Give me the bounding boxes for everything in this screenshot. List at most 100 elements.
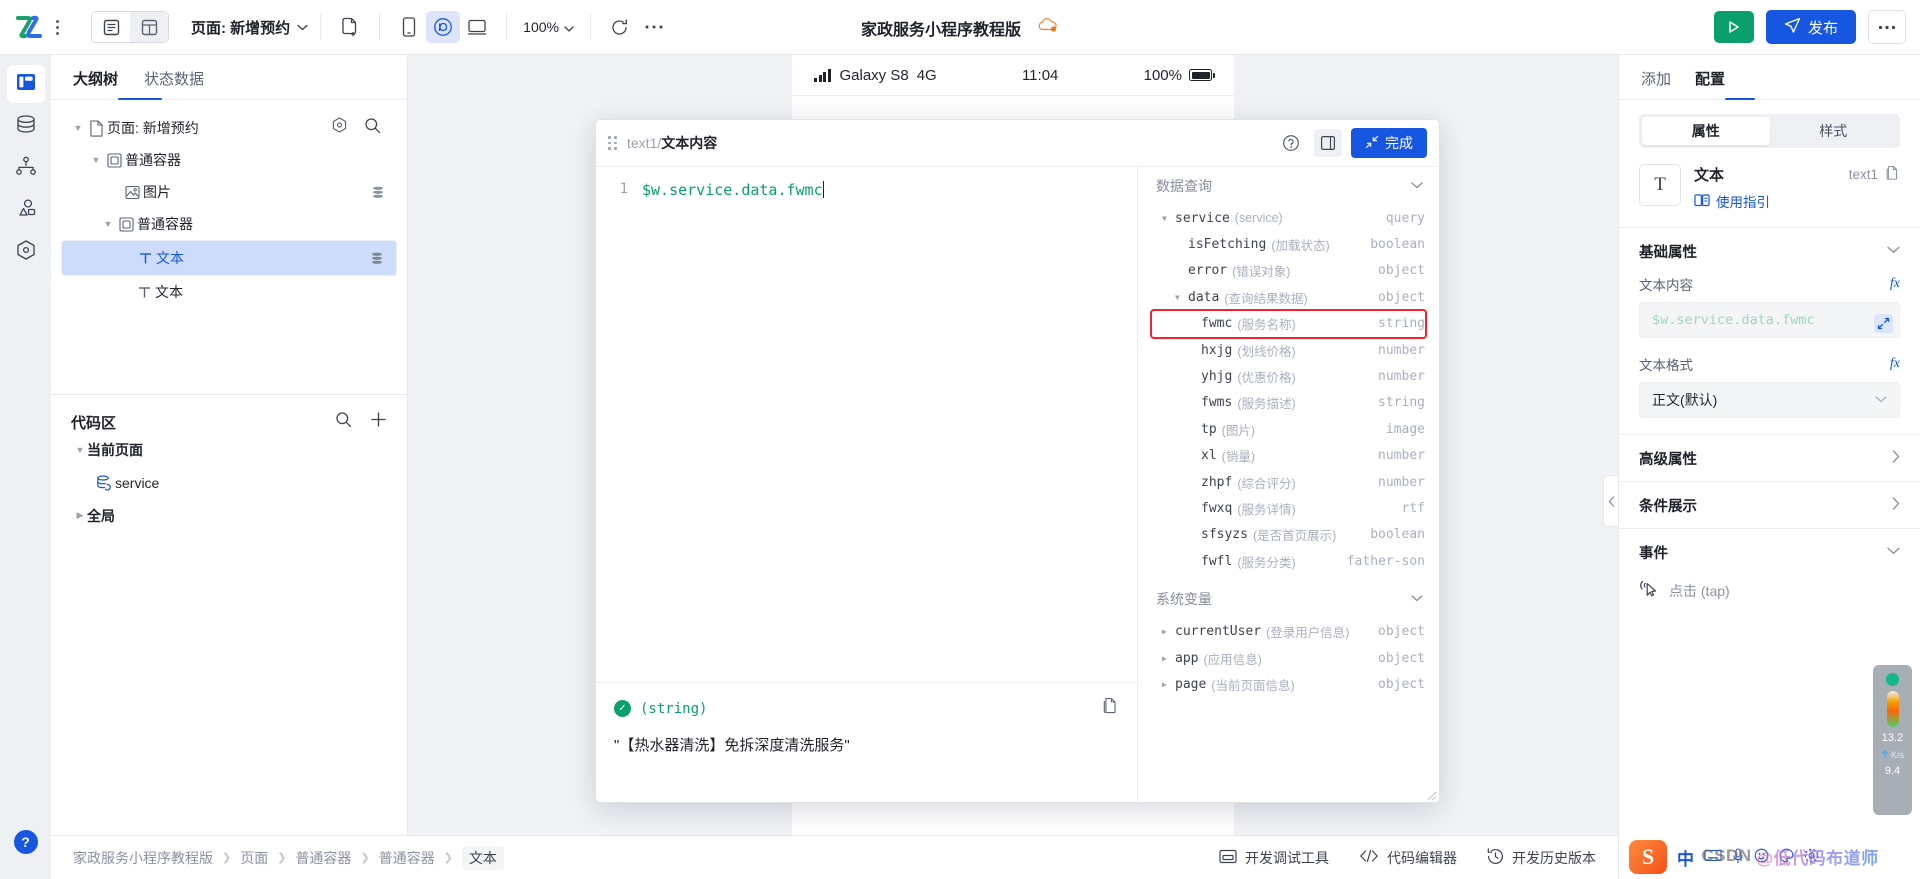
expand-editor-icon[interactable] — [1874, 314, 1893, 333]
desktop-device-icon[interactable] — [460, 11, 494, 43]
grid-view-icon[interactable] — [130, 12, 168, 42]
usage-guide-link[interactable]: 使用指引 — [1694, 191, 1900, 211]
var-row[interactable]: ▼ service (service) query — [1152, 205, 1425, 231]
history-button[interactable]: 开发历史版本 — [1487, 847, 1596, 868]
chevron-down-icon[interactable] — [1411, 181, 1423, 192]
tree-node-container-2[interactable]: ▼ 普通容器 — [61, 208, 397, 240]
settings-icon[interactable] — [1804, 848, 1819, 866]
done-button[interactable]: 完成 — [1351, 128, 1427, 158]
var-row[interactable]: zhpf (综合评分) number — [1152, 469, 1425, 495]
chevron-down-icon[interactable]: ▼ — [101, 219, 115, 229]
var-row[interactable]: error (错误对象) object — [1152, 258, 1425, 284]
section-basic-header[interactable]: 基础属性 — [1619, 228, 1920, 274]
kebab-menu-icon[interactable] — [50, 19, 65, 35]
chevron-down-icon[interactable]: ▼ — [1175, 293, 1188, 302]
text-content-input[interactable]: $w.service.data.fwmc — [1639, 302, 1900, 338]
tab-config[interactable]: 配置 — [1695, 68, 1725, 99]
breadcrumb-item[interactable]: 普通容器 — [379, 848, 435, 868]
tree-node-page[interactable]: ▼ 页面: 新增预约 — [61, 112, 397, 144]
add-icon[interactable] — [370, 411, 387, 433]
page-selector[interactable]: 页面: 新增预约 — [191, 17, 308, 38]
var-row[interactable]: isFetching (加载状态) boolean — [1152, 231, 1425, 257]
breadcrumb-item[interactable]: 家政服务小程序教程版 — [73, 848, 213, 868]
canvas-collapse-handle[interactable] — [1603, 475, 1618, 527]
palette-icon[interactable] — [1779, 848, 1794, 866]
section-advanced-header[interactable]: 高级属性 — [1619, 435, 1920, 481]
chevron-right-icon[interactable] — [1892, 497, 1900, 513]
publish-button[interactable]: 发布 — [1765, 10, 1856, 44]
new-page-icon[interactable] — [333, 11, 367, 43]
chevron-down-icon[interactable]: ▼ — [71, 123, 85, 133]
rail-item-sitemap[interactable] — [7, 149, 45, 187]
zoom-selector[interactable]: 100% — [519, 19, 578, 35]
view-mode-segment[interactable] — [91, 11, 169, 43]
var-row[interactable]: sfsyzs (是否首页展示) boolean — [1152, 522, 1425, 548]
rail-item-plugin[interactable] — [7, 233, 45, 271]
tab-add[interactable]: 添加 — [1641, 68, 1671, 99]
chevron-right-icon[interactable]: ▶ — [1162, 654, 1175, 663]
fx-button[interactable]: fx — [1890, 356, 1900, 372]
chevron-down-icon[interactable] — [1887, 245, 1900, 257]
rail-item-outline[interactable] — [6, 65, 45, 103]
run-preview-button[interactable] — [1713, 11, 1754, 43]
rail-item-components[interactable] — [7, 191, 45, 229]
breadcrumb-item[interactable]: 普通容器 — [295, 848, 351, 868]
var-row[interactable]: fwfl (服务分类) father-son — [1152, 548, 1425, 574]
breadcrumb-item-current[interactable]: 文本 — [461, 845, 504, 870]
chevron-right-icon[interactable]: ▶ — [1162, 680, 1175, 689]
var-row[interactable]: ▶ currentUser (登录用户信息) object — [1152, 618, 1425, 644]
var-row[interactable]: fwxq (服务详情) rtf — [1152, 495, 1425, 521]
tree-node-text-selected[interactable]: 文本 — [61, 240, 397, 276]
section-system-vars[interactable]: 系统变量 — [1138, 580, 1439, 618]
section-events-header[interactable]: 事件 — [1619, 529, 1920, 575]
dialog-header[interactable]: text1/文本内容 完成 — [596, 120, 1439, 167]
segment-properties[interactable]: 属性 — [1642, 117, 1770, 145]
emoji-icon[interactable] — [1754, 848, 1769, 866]
app-logo[interactable] — [14, 14, 75, 40]
code-editor[interactable]: 1 $w.service.data.fwmc — [596, 167, 1137, 682]
rail-item-datasource[interactable] — [7, 107, 45, 145]
mic-icon[interactable] — [1732, 847, 1744, 867]
var-row[interactable]: ▶ page (当前页面信息) object — [1152, 671, 1425, 697]
section-conditional-header[interactable]: 条件展示 — [1619, 482, 1920, 528]
keyboard-icon[interactable] — [1704, 849, 1722, 865]
var-row[interactable]: ▶ app (应用信息) object — [1152, 645, 1425, 671]
var-row[interactable]: yhjg (优惠价格) number — [1152, 363, 1425, 389]
help-button[interactable]: ? — [13, 830, 38, 854]
chevron-down-icon[interactable]: ▼ — [1162, 214, 1175, 223]
chevron-right-icon[interactable]: ▶ — [73, 510, 87, 521]
tree-node-image[interactable]: 图片 — [61, 176, 397, 208]
refresh-icon[interactable] — [603, 11, 637, 43]
help-icon[interactable] — [1277, 129, 1305, 157]
event-row-tap[interactable]: 点击 (tap) — [1619, 575, 1920, 616]
outline-view-icon[interactable] — [92, 12, 130, 42]
network-monitor-widget[interactable]: 13.2 K/s 9.4 — [1873, 665, 1912, 815]
sogou-ime-icon[interactable]: S — [1629, 840, 1667, 874]
breadcrumb-item[interactable]: 页面 — [240, 848, 268, 868]
ellipsis-icon[interactable] — [637, 11, 671, 43]
more-options-button[interactable] — [1868, 10, 1906, 44]
var-row-highlighted[interactable]: fwmc (服务名称) string — [1150, 308, 1427, 339]
data-binding-badge-icon[interactable] — [370, 252, 384, 265]
code-editor-button[interactable]: 代码编辑器 — [1359, 848, 1457, 868]
search-icon[interactable] — [335, 411, 352, 433]
fx-button[interactable]: fx — [1890, 276, 1900, 292]
var-row[interactable]: xl (销量) number — [1152, 443, 1425, 469]
copy-icon[interactable] — [1885, 165, 1900, 184]
var-row[interactable]: fwms (服务描述) string — [1152, 390, 1425, 416]
phone-device-icon[interactable] — [392, 11, 426, 43]
dialog-resize-handle[interactable] — [1425, 788, 1437, 801]
chevron-down-icon[interactable]: ▼ — [73, 445, 87, 455]
copy-icon[interactable] — [1102, 697, 1119, 720]
tab-state-data[interactable]: 状态数据 — [144, 68, 204, 99]
ime-mode-label[interactable]: 中 — [1677, 845, 1694, 870]
code-row-global[interactable]: ▶ 全局 — [71, 499, 387, 532]
var-row[interactable]: tp (图片) image — [1152, 416, 1425, 442]
drag-handle-icon[interactable] — [608, 136, 617, 150]
chevron-right-icon[interactable]: ▶ — [1162, 627, 1175, 636]
data-binding-badge-icon[interactable] — [371, 186, 385, 199]
search-icon[interactable] — [364, 117, 381, 139]
segment-styles[interactable]: 样式 — [1770, 117, 1898, 145]
tab-outline-tree[interactable]: 大纲树 — [73, 68, 118, 99]
chevron-down-icon[interactable]: ▼ — [89, 155, 103, 165]
